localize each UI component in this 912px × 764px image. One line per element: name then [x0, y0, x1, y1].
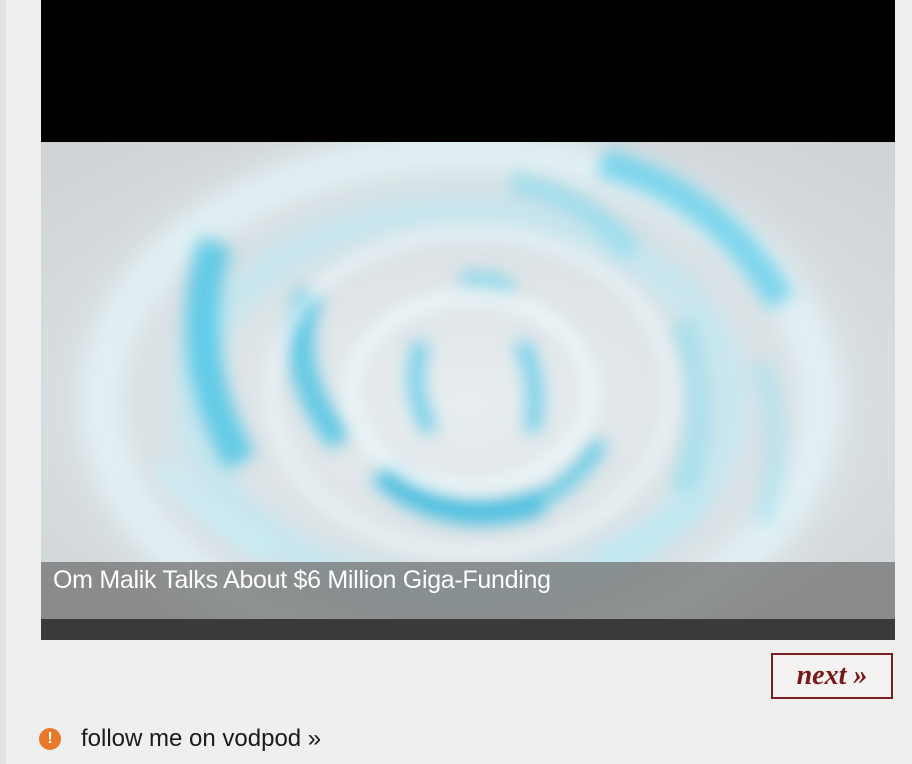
player-control-bar[interactable]	[41, 619, 895, 640]
follow-vodpod-link[interactable]: follow me on vodpod »	[81, 725, 321, 753]
next-button[interactable]: next »	[771, 653, 893, 699]
letterbox-top	[41, 0, 895, 142]
video-widget: Om Malik Talks About $6 Million Giga-Fun…	[0, 0, 912, 764]
follow-row: ! follow me on vodpod »	[39, 722, 321, 756]
video-thumbnail[interactable]	[41, 142, 895, 620]
video-title[interactable]: Om Malik Talks About $6 Million Giga-Fun…	[53, 566, 551, 595]
water-ripple-image	[41, 142, 895, 620]
alert-icon: !	[39, 728, 61, 750]
widget-border	[0, 0, 6, 764]
video-player[interactable]: Om Malik Talks About $6 Million Giga-Fun…	[41, 0, 895, 640]
